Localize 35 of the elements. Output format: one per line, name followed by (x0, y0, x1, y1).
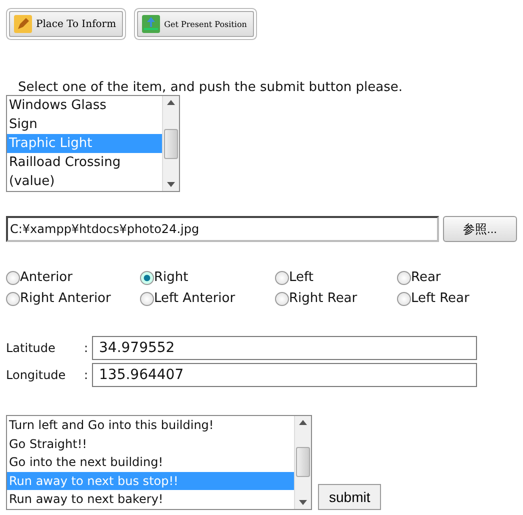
scroll-thumb[interactable] (296, 447, 310, 478)
direction-radio[interactable]: Left Anterior (140, 291, 275, 306)
scroll-thumb[interactable] (164, 128, 178, 158)
instruction-text: Select one of the item, and push the submit button please. (18, 80, 404, 95)
browse-button[interactable]: 参照... (443, 216, 517, 242)
coordinate-label: Longitude : (6, 368, 89, 382)
direction-radio[interactable]: Right (140, 270, 275, 285)
object-listbox[interactable]: Windows Glass Sign Traphic Light Railload Crossing (value) (6, 95, 180, 192)
coordinate-field[interactable]: 34.979552 (92, 336, 477, 360)
scroll-up-icon[interactable] (299, 420, 307, 425)
list-option[interactable]: Go into the next building! (7, 453, 294, 472)
message-listbox[interactable]: Turn left and Go into this building! Go Straight!! Go into the next building! Run away to next bus stop!! Run away to next bakery! (6, 415, 312, 510)
list-option[interactable]: Turn left and Go into this building! (7, 416, 294, 434)
list-option[interactable]: Windows Glass (7, 96, 162, 115)
pencil-icon (14, 15, 32, 33)
toolbar-button[interactable]: Place To Inform (9, 11, 124, 37)
coordinate-label: Latitude : (6, 341, 89, 355)
list-option[interactable]: Railload Crossing (7, 153, 162, 172)
direction-radio[interactable]: Anterior (6, 270, 140, 285)
file-path-field[interactable]: C:¥xampp¥htdocs¥photo24.jpg (6, 216, 439, 242)
direction-radio[interactable]: Left Rear (397, 291, 517, 306)
submit-button[interactable]: submit (318, 484, 382, 510)
direction-radio[interactable]: Right Rear (275, 291, 397, 306)
toolbar-button[interactable]: Get Present Position (137, 11, 254, 37)
coordinate-field[interactable]: 135.964407 (92, 363, 477, 387)
direction-radio[interactable]: Rear (397, 270, 517, 285)
list-option[interactable]: (value) (7, 172, 162, 191)
scroll-down-icon[interactable] (299, 500, 307, 504)
direction-radio[interactable]: Left (275, 270, 397, 285)
list-option[interactable]: Sign (7, 115, 162, 134)
list-option[interactable]: Run away to next bakery! (7, 490, 294, 508)
list-option[interactable]: Go Straight!! (7, 434, 294, 453)
scroll-down-icon[interactable] (167, 182, 175, 187)
scroll-up-icon[interactable] (167, 100, 175, 105)
direction-radio[interactable]: Right Anterior (6, 291, 140, 306)
